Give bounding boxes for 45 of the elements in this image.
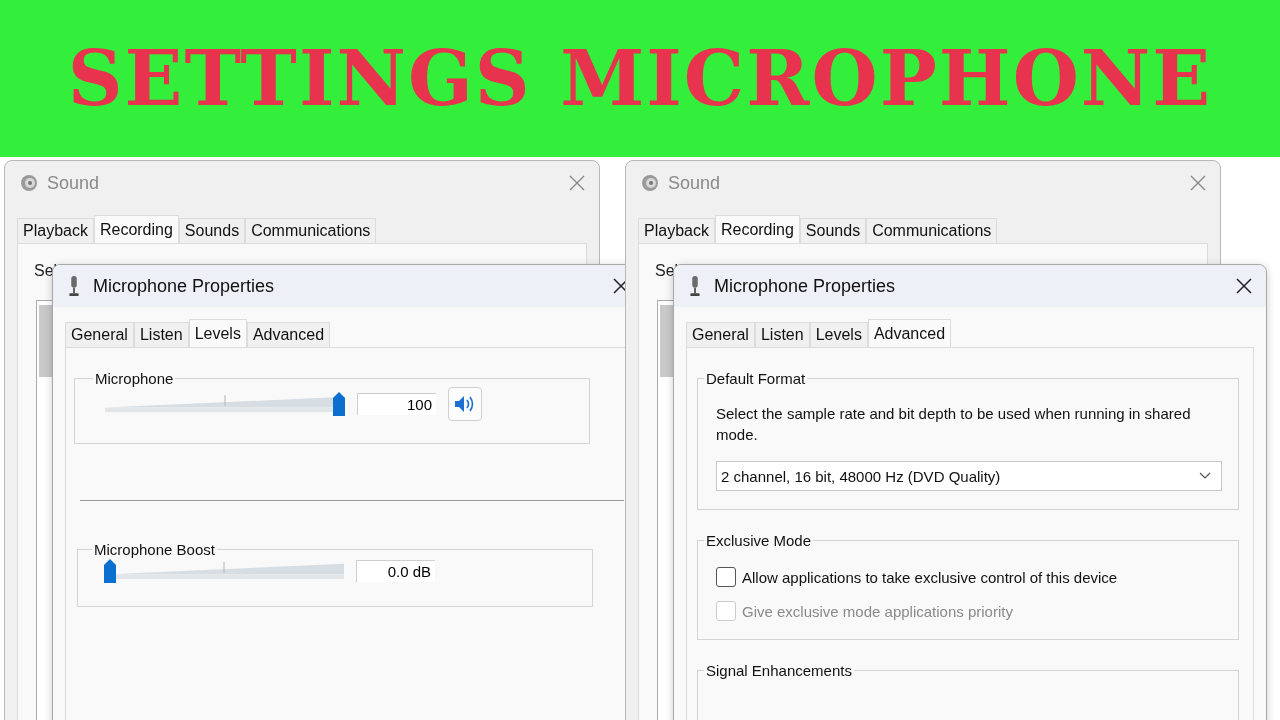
- slider-thumb[interactable]: [104, 559, 116, 583]
- window-title: Sound: [47, 172, 101, 194]
- checkbox[interactable]: [716, 567, 736, 587]
- tab[interactable]: Playback: [638, 218, 715, 243]
- banner-title: SETTINGS MICROPHONE: [67, 34, 1213, 123]
- window-title: Microphone Properties: [714, 275, 897, 297]
- slider-track[interactable]: [104, 558, 344, 584]
- window-title: Microphone Properties: [93, 275, 276, 297]
- tab[interactable]: Recording: [93, 215, 179, 243]
- speaker-icon: [19, 173, 39, 193]
- chevron-down-icon: [1199, 472, 1211, 480]
- dropdown-value: 2 channel, 16 bit, 48000 Hz (DVD Quality): [721, 467, 1001, 485]
- group-title: Microphone Boost: [93, 541, 216, 558]
- tab[interactable]: Sounds: [799, 218, 867, 243]
- close-icon[interactable]: [1236, 278, 1252, 294]
- tab[interactable]: Advanced: [867, 319, 952, 347]
- mute-button[interactable]: [448, 387, 482, 421]
- tab[interactable]: Recording: [714, 215, 800, 243]
- microphone-icon: [688, 275, 702, 297]
- speaker-icon: [640, 173, 660, 193]
- format-dropdown[interactable]: 2 channel, 16 bit, 48000 Hz (DVD Quality): [716, 461, 1222, 491]
- group-title: Exclusive Mode: [705, 532, 813, 549]
- tab[interactable]: Listen: [133, 322, 189, 347]
- level-value: 0.0 dB: [356, 560, 435, 582]
- description-text: Select the sample rate and bit depth to be used when running in shared mode.: [716, 404, 1192, 445]
- slider-track[interactable]: [105, 391, 345, 417]
- tab[interactable]: Playback: [17, 218, 94, 243]
- group-title: Signal Enhancements: [705, 662, 853, 679]
- tab[interactable]: General: [686, 322, 755, 347]
- checkbox-label: Give exclusive mode applications priority: [742, 602, 1013, 620]
- tab[interactable]: Communications: [245, 218, 377, 243]
- tab[interactable]: Communications: [866, 218, 998, 243]
- tab[interactable]: Listen: [754, 322, 810, 347]
- slider-thumb[interactable]: [333, 392, 345, 416]
- tab[interactable]: General: [65, 322, 134, 347]
- tab[interactable]: Sounds: [178, 218, 246, 243]
- tab[interactable]: Levels: [809, 322, 868, 347]
- checkbox-label: Allow applications to take exclusive control of this device: [742, 568, 1118, 586]
- level-value: 100: [357, 393, 436, 415]
- group-title: Microphone: [94, 370, 175, 387]
- tab[interactable]: Advanced: [246, 322, 331, 347]
- microphone-icon: [67, 275, 81, 297]
- tab[interactable]: Levels: [188, 319, 247, 347]
- group-title: Default Format: [705, 370, 807, 387]
- window-title: Sound: [668, 172, 722, 194]
